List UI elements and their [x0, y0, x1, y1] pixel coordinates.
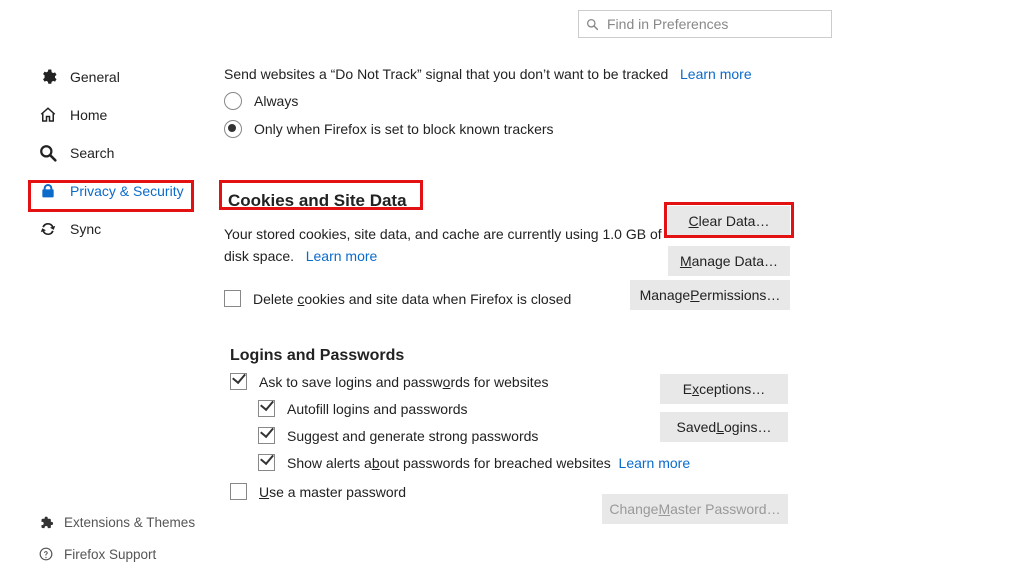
manage-permissions-button[interactable]: Manage Permissions…	[630, 280, 790, 310]
checkbox-icon[interactable]	[258, 400, 275, 417]
sidebar-item-sync[interactable]: Sync	[30, 210, 200, 248]
checkbox-icon[interactable]	[230, 483, 247, 500]
breach-alerts-learn-more-link[interactable]: Learn more	[619, 455, 691, 471]
sidebar-item-home[interactable]: Home	[30, 96, 200, 134]
sync-icon	[38, 219, 58, 239]
sidebar-item-label: Search	[70, 145, 114, 161]
preferences-search-input[interactable]	[605, 15, 825, 33]
dnt-option-block-row[interactable]: Only when Firefox is set to block known …	[224, 120, 814, 138]
extensions-themes-label: Extensions & Themes	[64, 515, 195, 530]
manage-data-button[interactable]: Manage Data…	[668, 246, 790, 276]
dnt-option-block-label: Only when Firefox is set to block known …	[254, 121, 554, 137]
breach-alerts-label: Show alerts about passwords for breached…	[287, 455, 611, 471]
sidebar-item-label: Sync	[70, 221, 101, 237]
home-icon	[38, 105, 58, 125]
checkbox-icon[interactable]	[224, 290, 241, 307]
search-icon	[585, 17, 599, 31]
dnt-learn-more-link[interactable]: Learn more	[680, 66, 752, 82]
delete-cookies-label: Delete cookies and site data when Firefo…	[253, 291, 571, 307]
autofill-label: Autofill logins and passwords	[287, 401, 468, 417]
firefox-support-link[interactable]: Firefox Support	[38, 538, 258, 570]
sidebar-item-label: Home	[70, 107, 107, 123]
breach-alerts-row[interactable]: Show alerts about passwords for breached…	[258, 454, 790, 471]
dnt-text: Send websites a “Do Not Track” signal th…	[224, 66, 668, 82]
cookies-description: Your stored cookies, site data, and cach…	[224, 224, 664, 267]
sidebar-item-label: General	[70, 69, 120, 85]
saved-logins-button[interactable]: Saved Logins…	[660, 412, 788, 442]
checkbox-icon[interactable]	[258, 454, 275, 471]
exceptions-button[interactable]: Exceptions…	[660, 374, 788, 404]
search-icon	[38, 143, 58, 163]
cookies-desc-text: Your stored cookies, site data, and cach…	[224, 226, 662, 264]
dnt-option-always-label: Always	[254, 93, 298, 109]
dnt-option-always-row[interactable]: Always	[224, 92, 814, 110]
dnt-description: Send websites a “Do Not Track” signal th…	[224, 66, 814, 82]
firefox-support-label: Firefox Support	[64, 547, 156, 562]
cookies-section: Cookies and Site Data Your stored cookie…	[224, 186, 664, 268]
sidebar-item-search[interactable]: Search	[30, 134, 200, 172]
puzzle-icon	[38, 514, 54, 530]
extensions-themes-link[interactable]: Extensions & Themes	[38, 506, 258, 538]
logins-heading: Logins and Passwords	[230, 347, 790, 365]
change-master-password-button: Change Master Password…	[602, 494, 788, 524]
lock-icon	[38, 181, 58, 201]
sidebar-item-general[interactable]: General	[30, 58, 200, 96]
main-content: Send websites a “Do Not Track” signal th…	[224, 66, 814, 138]
gear-icon	[38, 67, 58, 87]
delete-cookies-on-close-row[interactable]: Delete cookies and site data when Firefo…	[224, 290, 571, 307]
cookies-learn-more-link[interactable]: Learn more	[306, 248, 378, 264]
preferences-search[interactable]	[578, 10, 832, 38]
checkbox-icon[interactable]	[258, 427, 275, 444]
help-icon	[38, 546, 54, 562]
sidebar-item-label: Privacy & Security	[70, 183, 184, 199]
radio-icon[interactable]	[224, 92, 242, 110]
suggest-passwords-label: Suggest and generate strong passwords	[287, 428, 538, 444]
clear-data-button[interactable]: Clear Data…	[668, 206, 790, 236]
sidebar-footer: Extensions & Themes Firefox Support	[38, 506, 258, 570]
checkbox-icon[interactable]	[230, 373, 247, 390]
ask-save-logins-label: Ask to save logins and passwords for web…	[259, 374, 549, 390]
preferences-sidebar: General Home Search Privacy & Security S…	[30, 58, 200, 248]
cookies-heading: Cookies and Site Data	[224, 186, 411, 216]
master-password-label: Use a master password	[259, 484, 406, 500]
radio-icon[interactable]	[224, 120, 242, 138]
sidebar-item-privacy-security[interactable]: Privacy & Security	[30, 172, 200, 210]
